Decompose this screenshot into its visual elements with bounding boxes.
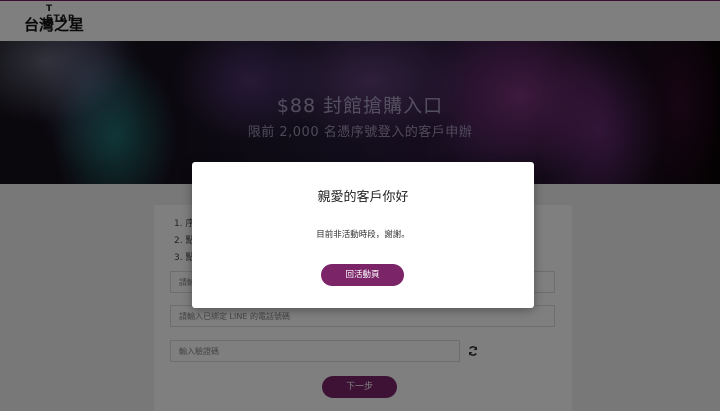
- dialog-message: 目前非活動時段，謝謝。: [316, 230, 410, 240]
- notice-dialog: 親愛的客戶你好 目前非活動時段，謝謝。 回活動頁: [192, 162, 534, 308]
- back-to-event-button[interactable]: 回活動頁: [321, 264, 404, 286]
- dialog-title: 親愛的客戶你好: [317, 190, 409, 205]
